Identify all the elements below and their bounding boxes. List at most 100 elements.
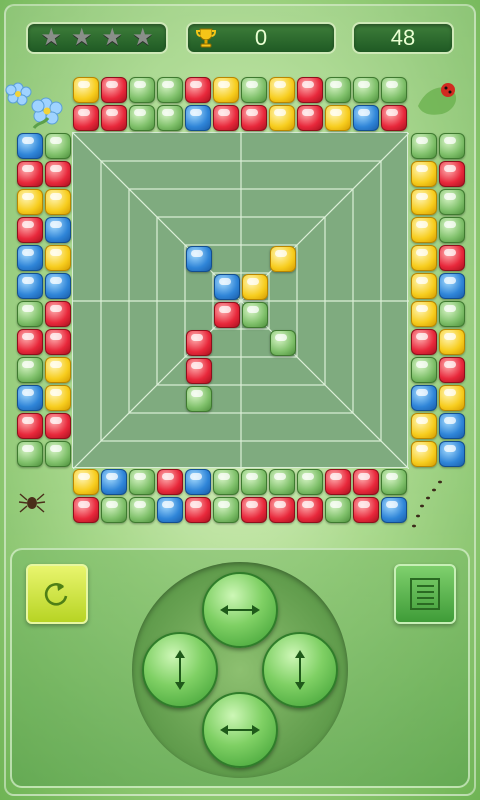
- border-tile-left: [17, 133, 43, 159]
- field-tile: [186, 386, 212, 412]
- field-tile: [186, 358, 212, 384]
- border-tile-right: [411, 189, 437, 215]
- border-tile-bottom: [325, 469, 351, 495]
- border-tile-top: [297, 77, 323, 103]
- dpad-bottom-button[interactable]: [202, 692, 278, 768]
- border-tile-left: [17, 273, 43, 299]
- flower-icon: [5, 82, 63, 129]
- border-tile-bottom: [381, 497, 407, 523]
- playfield-grid: [73, 133, 409, 469]
- border-tile-top: [241, 105, 267, 131]
- border-tile-right: [411, 133, 437, 159]
- border-tile-left: [17, 189, 43, 215]
- border-tile-top: [325, 105, 351, 131]
- trophy-icon: [195, 28, 217, 48]
- ladybug-icon: [418, 83, 457, 115]
- border-tile-right: [439, 245, 465, 271]
- border-tile-bottom: [353, 469, 379, 495]
- field-tile: [186, 246, 212, 272]
- border-tile-left: [45, 413, 71, 439]
- border-tile-bottom: [185, 469, 211, 495]
- border-tile-left: [45, 301, 71, 327]
- border-tile-left: [45, 329, 71, 355]
- horizontal-arrows-icon: [220, 725, 260, 735]
- border-tile-top: [101, 105, 127, 131]
- field-tile: [270, 330, 296, 356]
- border-tile-right: [439, 217, 465, 243]
- border-tile-left: [17, 413, 43, 439]
- vertical-arrows-icon: [175, 650, 185, 690]
- border-tile-right: [439, 189, 465, 215]
- border-tile-right: [411, 245, 437, 271]
- border-tile-bottom: [241, 497, 267, 523]
- border-tile-left: [45, 357, 71, 383]
- border-tile-left: [45, 385, 71, 411]
- score-value: 0: [254, 25, 268, 50]
- field-tile: [186, 330, 212, 356]
- star-rating: ★ ★ ★ ★: [26, 22, 168, 54]
- field-tile: [242, 302, 268, 328]
- field-tile: [214, 274, 240, 300]
- border-tile-right: [411, 217, 437, 243]
- border-tile-top: [325, 77, 351, 103]
- border-tile-bottom: [269, 497, 295, 523]
- border-tile-left: [45, 273, 71, 299]
- border-tile-right: [439, 385, 465, 411]
- border-tile-left: [17, 329, 43, 355]
- border-tile-top: [213, 105, 239, 131]
- border-tile-top: [73, 105, 99, 131]
- border-tile-bottom: [157, 469, 183, 495]
- border-tile-left: [45, 441, 71, 467]
- border-tile-top: [381, 105, 407, 131]
- menu-button[interactable]: [394, 564, 456, 624]
- dpad-top-button[interactable]: [202, 572, 278, 648]
- border-tile-right: [439, 273, 465, 299]
- border-tile-top: [353, 77, 379, 103]
- field-tile: [270, 246, 296, 272]
- horizontal-arrows-icon: [220, 605, 260, 615]
- border-tile-right: [411, 385, 437, 411]
- border-tile-top: [101, 77, 127, 103]
- border-tile-bottom: [241, 469, 267, 495]
- border-tile-left: [17, 217, 43, 243]
- list-icon: [410, 578, 440, 610]
- border-tile-right: [411, 413, 437, 439]
- dpad-left-button[interactable]: [142, 632, 218, 708]
- border-tile-bottom: [101, 469, 127, 495]
- border-tile-left: [45, 245, 71, 271]
- border-tile-top: [129, 105, 155, 131]
- moves-value: 48: [390, 25, 416, 50]
- border-tile-bottom: [297, 469, 323, 495]
- border-tile-top: [269, 105, 295, 131]
- border-tile-left: [45, 217, 71, 243]
- border-tile-bottom: [73, 497, 99, 523]
- border-tile-bottom: [353, 497, 379, 523]
- border-tile-top: [73, 77, 99, 103]
- border-tile-top: [129, 77, 155, 103]
- border-tile-left: [17, 161, 43, 187]
- star-icon: ★: [131, 24, 154, 51]
- border-tile-top: [353, 105, 379, 131]
- border-tile-right: [439, 441, 465, 467]
- border-tile-left: [45, 189, 71, 215]
- border-tile-bottom: [213, 497, 239, 523]
- playfield[interactable]: [72, 132, 409, 469]
- border-tile-bottom: [73, 469, 99, 495]
- vertical-arrows-icon: [295, 650, 305, 690]
- border-tile-left: [17, 301, 43, 327]
- border-tile-bottom: [157, 497, 183, 523]
- border-tile-bottom: [297, 497, 323, 523]
- border-tile-top: [213, 77, 239, 103]
- border-tile-right: [439, 413, 465, 439]
- border-tile-left: [45, 161, 71, 187]
- border-tile-left: [17, 245, 43, 271]
- restart-button[interactable]: [26, 564, 88, 624]
- score-display: 0: [186, 22, 336, 54]
- border-tile-right: [411, 273, 437, 299]
- restart-icon: [44, 582, 68, 606]
- border-tile-bottom: [185, 497, 211, 523]
- dpad-right-button[interactable]: [262, 632, 338, 708]
- border-tile-left: [17, 357, 43, 383]
- star-icon: ★: [70, 24, 93, 51]
- border-tile-bottom: [129, 497, 155, 523]
